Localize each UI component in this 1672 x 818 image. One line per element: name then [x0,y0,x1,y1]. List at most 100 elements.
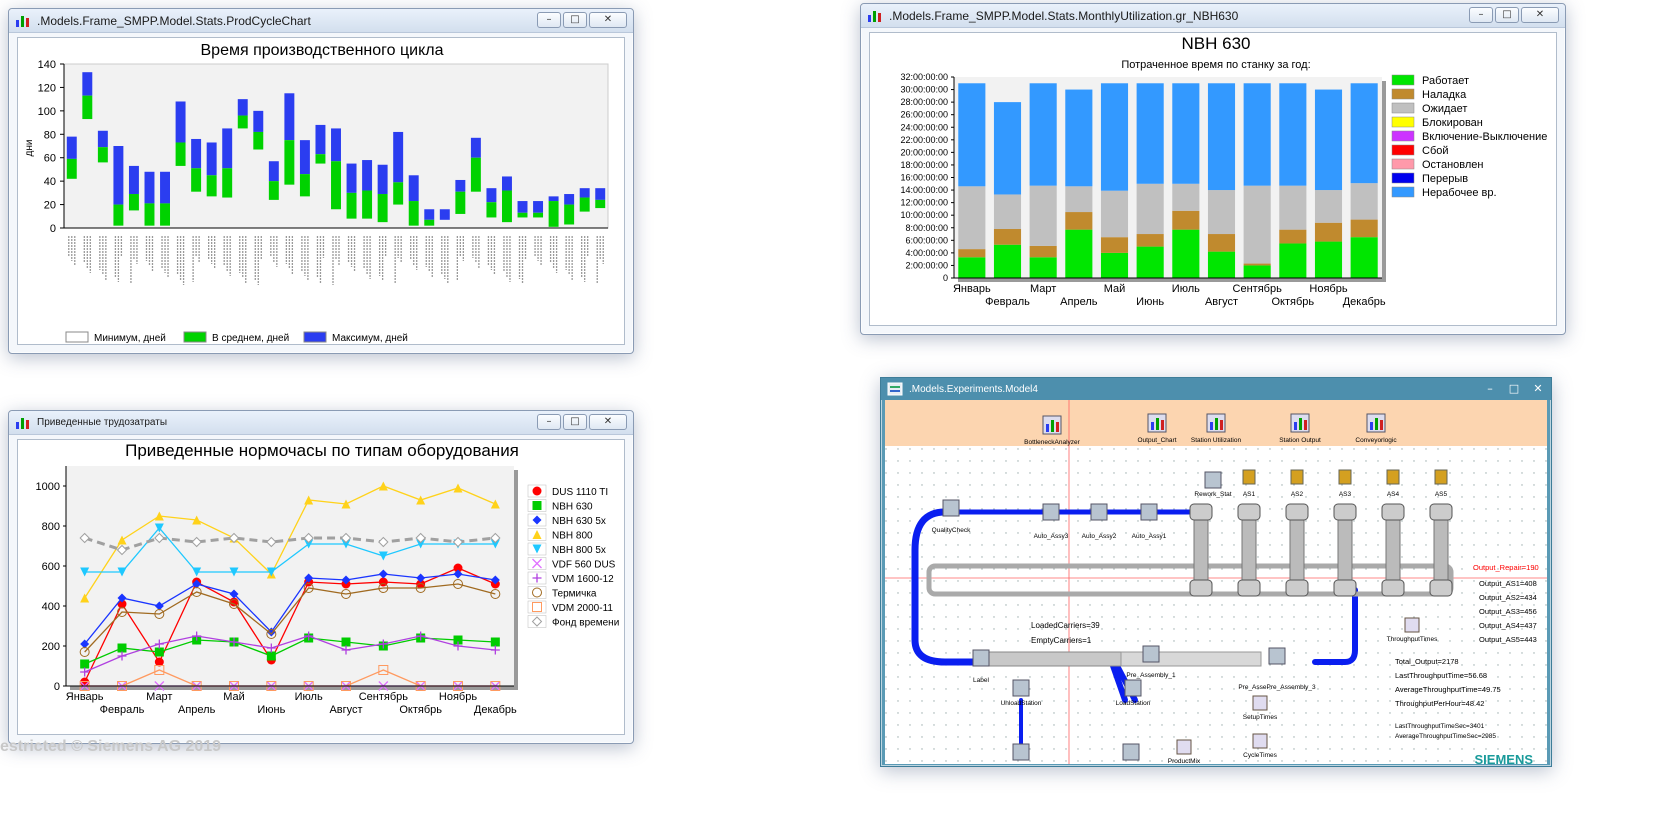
throughput-stat: LastThroughputTime=56.68 [1395,671,1487,680]
prod-cycle-window[interactable]: .Models.Frame_SMPP.Model.Stats.ProdCycle… [8,8,634,354]
bar-segment [1029,257,1057,278]
minimize-button[interactable]: – [1483,382,1497,398]
tool-label: BottleneckAnalyzer [1024,439,1080,446]
tool-label: Conveyorlogic [1355,437,1397,444]
bar-max [595,188,606,200]
legend-label: Термичка [552,589,597,600]
bar-max [424,209,435,220]
station-label: LoadStation [1116,700,1151,707]
x-tick-label: Январь [66,691,104,703]
table-label: CycleTimes [1243,752,1277,759]
marker [229,597,239,607]
chart-area: NBH 630 Потраченное время по станку за го… [869,32,1557,326]
station-label: AS4 [1387,491,1400,498]
empty-carriers: EmptyCarriers=1 [1031,636,1092,645]
bar-segment [1314,222,1343,242]
title-bar[interactable]: Приведенные трудозатраты – □ ✕ [9,411,633,435]
station-body [1042,503,1060,521]
bar-avg [408,201,419,226]
marker [532,486,542,496]
bar-segment [993,194,1022,230]
x-tick-label: Апрель [178,704,216,716]
tool-bar [1304,420,1307,430]
station-label: Auto_Assy2 [1082,533,1117,540]
bar-avg [113,204,124,226]
station-body [1090,503,1108,521]
title-bar[interactable]: .Models.Frame_SMPP.Model.Stats.ProdCycle… [9,9,633,33]
bar-avg [82,95,93,120]
y-tick-label: 10:00:00:00 [900,210,948,220]
maximize-button[interactable]: □ [563,12,587,28]
pre-assy-conveyor [1120,651,1262,667]
turntable [1237,579,1261,597]
bar-max [408,175,419,202]
x-tick-label: Июнь [1136,296,1164,308]
y-tick-label: 60 [44,153,56,165]
station-body [972,649,990,667]
station-body [1142,645,1160,663]
assembly-station [1338,469,1352,485]
model-window[interactable]: .Models.Experiments.Model4 – □ ✕ Bottlen… [880,377,1552,767]
monthly-util-window[interactable]: .Models.Frame_SMPP.Model.Stats.MonthlyUt… [860,3,1566,335]
output-counter: Output_AS4=437 [1479,621,1537,630]
bar-avg [175,142,186,166]
x-tick-label: Июль [295,691,323,703]
maximize-button[interactable]: □ [563,414,587,430]
as-column-conveyor [1193,511,1209,589]
title-bar[interactable]: .Models.Frame_SMPP.Model.Stats.MonthlyUt… [861,4,1565,28]
bar-avg [97,147,108,163]
minimize-button[interactable]: – [1469,7,1493,23]
throughput-stat: Total_Output=2178 [1395,657,1459,666]
close-button[interactable]: ✕ [1531,382,1545,398]
bar-segment [1279,243,1307,278]
maximize-button[interactable]: □ [1495,7,1519,23]
station-label: Pre_Assembly_1 [1126,672,1176,679]
table-label: SetupTimes [1243,714,1278,721]
output-counter: Output_AS1=408 [1479,579,1537,588]
station-label: Label [973,677,989,684]
bar-max [97,130,108,148]
bar-max [82,72,93,96]
model-canvas[interactable]: BottleneckAnalyzer Output_Chart Station Ut… [885,400,1547,764]
bar-max [113,146,124,205]
bar-avg [315,154,326,164]
bar-avg [548,201,559,227]
close-button[interactable]: ✕ [589,414,627,430]
bar-segment [1314,190,1343,223]
legend-label: Блокирован [1422,117,1483,129]
minimize-button[interactable]: – [537,414,561,430]
bar-max [331,128,341,162]
bar-segment [1314,241,1343,278]
close-button[interactable]: ✕ [1521,7,1559,23]
bar-avg [144,203,155,226]
bar-segment [1243,263,1271,266]
bar-max [222,128,233,169]
y-tick-label: 32:00:00:00 [900,72,948,82]
bar-segment [1100,252,1129,278]
minimize-button[interactable]: – [537,12,561,28]
bar-avg [66,158,77,179]
legend-swatch [1391,88,1415,100]
siemens-logo: SIEMENS [1474,752,1533,764]
maximize-button[interactable]: □ [1507,382,1521,398]
bar-avg [222,168,233,198]
legend-swatch [65,331,89,343]
legend-label: NBH 630 [552,502,593,513]
title-bar[interactable]: .Models.Experiments.Model4 – □ ✕ [881,378,1551,400]
bar-max [564,194,575,205]
station-label: AS3 [1339,491,1352,498]
station-label: Auto_Assy1 [1132,533,1167,540]
legend-swatch [1391,116,1415,128]
model-diagram[interactable]: BottleneckAnalyzer Output_Chart Station Ut… [885,400,1547,764]
bar-segment [1100,237,1129,253]
assembly-station [1242,469,1256,485]
bar-segment [1350,83,1378,184]
bar-max [191,138,202,169]
station-body [1124,679,1142,697]
bar-segment [1100,83,1129,191]
x-tick-label: Август [329,704,362,716]
legend-label: Ожидает [1422,103,1467,115]
close-button[interactable]: ✕ [589,12,627,28]
labor-window[interactable]: Приведенные трудозатраты – □ ✕ Приведенн… [8,410,634,744]
bar-max [517,201,528,213]
